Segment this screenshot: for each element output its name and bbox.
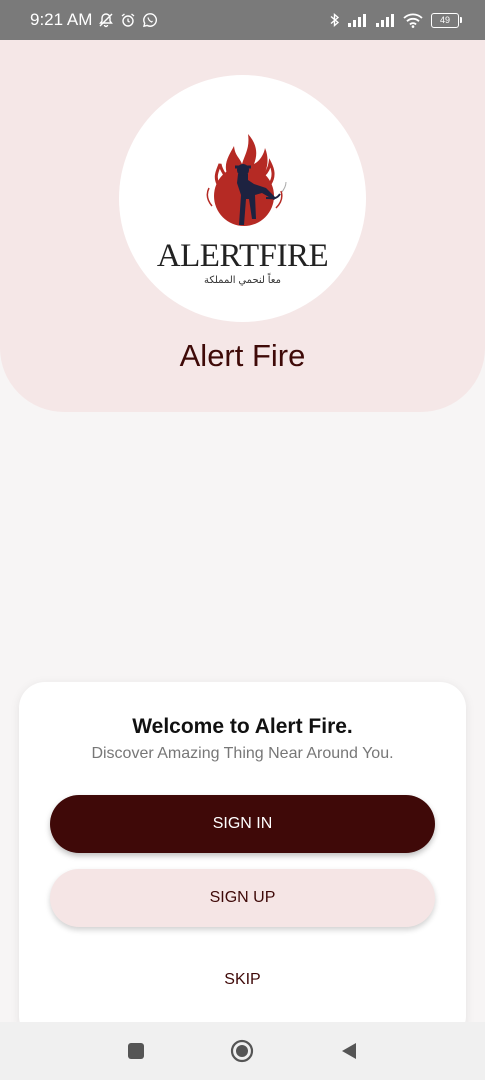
navigation-bar	[0, 1022, 485, 1080]
status-bar: 9:21 AM 49	[0, 0, 485, 40]
alarm-icon	[120, 12, 136, 28]
notifications-off-icon	[98, 12, 114, 28]
status-time: 9:21 AM	[30, 10, 93, 29]
welcome-card: Welcome to Alert Fire. Discover Amazing …	[19, 682, 466, 1042]
signal-icon	[375, 13, 397, 27]
bluetooth-icon	[329, 12, 341, 28]
sign-up-button[interactable]: SIGN UP	[50, 869, 435, 927]
header-panel: ALERTFIRE معاً لنحمي المملكة Alert Fire	[0, 40, 485, 412]
signal-icon	[347, 13, 369, 27]
home-icon[interactable]	[230, 1039, 254, 1063]
sign-in-button[interactable]: SIGN IN	[50, 795, 435, 853]
app-logo: ALERTFIRE معاً لنحمي المملكة	[119, 75, 366, 322]
battery-level: 49	[439, 14, 450, 25]
recent-apps-icon[interactable]	[124, 1039, 148, 1063]
logo-text: ALERTFIRE	[156, 237, 329, 274]
skip-button[interactable]: SKIP	[19, 971, 466, 989]
status-right: 49	[329, 12, 462, 28]
app-title: Alert Fire	[179, 338, 306, 373]
battery-icon: 49	[431, 12, 462, 28]
welcome-title: Welcome to Alert Fire.	[132, 715, 353, 738]
welcome-subtitle: Discover Amazing Thing Near Around You.	[91, 745, 394, 762]
status-left: 9:21 AM	[30, 10, 158, 30]
whatsapp-icon	[142, 12, 158, 28]
logo-subtext: معاً لنحمي المملكة	[203, 274, 281, 286]
wifi-icon	[403, 13, 423, 28]
firefighter-logo-icon	[206, 133, 286, 226]
back-icon[interactable]	[337, 1039, 361, 1063]
